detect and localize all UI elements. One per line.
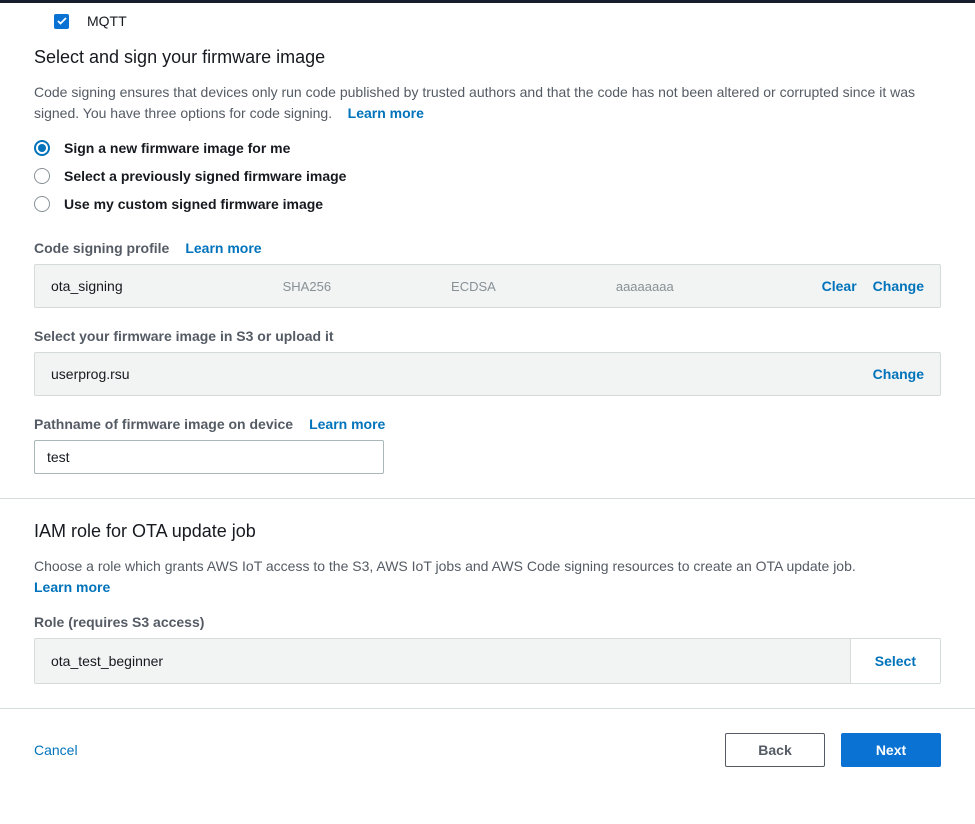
radio-option-sign-new[interactable]: Sign a new firmware image for me	[34, 140, 941, 156]
s3-image-value: userprog.rsu	[51, 366, 130, 382]
iam-description-text: Choose a role which grants AWS IoT acces…	[34, 558, 856, 574]
mqtt-label: MQTT	[87, 13, 127, 29]
back-button[interactable]: Back	[725, 733, 825, 767]
pathname-input[interactable]	[34, 440, 384, 474]
role-box: ota_test_beginner Select	[34, 638, 941, 684]
iam-learn-more[interactable]: Learn more	[34, 579, 110, 595]
signing-profile-change[interactable]: Change	[873, 278, 924, 294]
wizard-footer: Cancel Back Next	[0, 708, 975, 791]
check-icon	[57, 17, 67, 25]
radio-sign-new[interactable]	[34, 140, 50, 156]
radio-option-select-previous[interactable]: Select a previously signed firmware imag…	[34, 168, 941, 184]
firmware-description: Code signing ensures that devices only r…	[34, 82, 941, 124]
s3-image-box: userprog.rsu Change	[34, 352, 941, 396]
radio-custom-label: Use my custom signed firmware image	[64, 196, 323, 212]
signing-profile-extra: aaaaaaaa	[616, 279, 674, 294]
s3-image-label: Select your firmware image in S3 or uplo…	[34, 328, 334, 344]
mqtt-checkbox-row[interactable]: MQTT	[54, 13, 941, 29]
role-label: Role (requires S3 access)	[34, 614, 204, 630]
signing-profile-algorithm: ECDSA	[451, 279, 496, 294]
signing-profile-value: ota_signing	[51, 278, 123, 294]
iam-description: Choose a role which grants AWS IoT acces…	[34, 556, 941, 598]
firmware-description-text: Code signing ensures that devices only r…	[34, 84, 915, 121]
mqtt-checkbox[interactable]	[54, 14, 69, 29]
firmware-section: MQTT Select and sign your firmware image…	[0, 3, 975, 498]
iam-title: IAM role for OTA update job	[34, 521, 941, 542]
radio-option-custom[interactable]: Use my custom signed firmware image	[34, 196, 941, 212]
signing-profile-clear[interactable]: Clear	[822, 278, 857, 294]
role-value: ota_test_beginner	[35, 639, 850, 683]
iam-section: IAM role for OTA update job Choose a rol…	[0, 498, 975, 708]
radio-custom[interactable]	[34, 196, 50, 212]
radio-select-previous[interactable]	[34, 168, 50, 184]
signing-profile-label: Code signing profile	[34, 240, 169, 256]
radio-sign-new-label: Sign a new firmware image for me	[64, 140, 290, 156]
role-select-button[interactable]: Select	[850, 639, 940, 683]
cancel-button[interactable]: Cancel	[34, 742, 78, 758]
signing-profile-learn-more[interactable]: Learn more	[185, 240, 261, 256]
firmware-learn-more[interactable]: Learn more	[348, 105, 424, 121]
signing-profile-box: ota_signing SHA256 ECDSA aaaaaaaa Clear …	[34, 264, 941, 308]
next-button[interactable]: Next	[841, 733, 941, 767]
radio-select-previous-label: Select a previously signed firmware imag…	[64, 168, 346, 184]
firmware-title: Select and sign your firmware image	[34, 47, 941, 68]
signing-option-group: Sign a new firmware image for me Select …	[34, 140, 941, 212]
pathname-label: Pathname of firmware image on device	[34, 416, 293, 432]
s3-image-change[interactable]: Change	[873, 366, 924, 382]
pathname-learn-more[interactable]: Learn more	[309, 416, 385, 432]
signing-profile-hash: SHA256	[283, 279, 331, 294]
